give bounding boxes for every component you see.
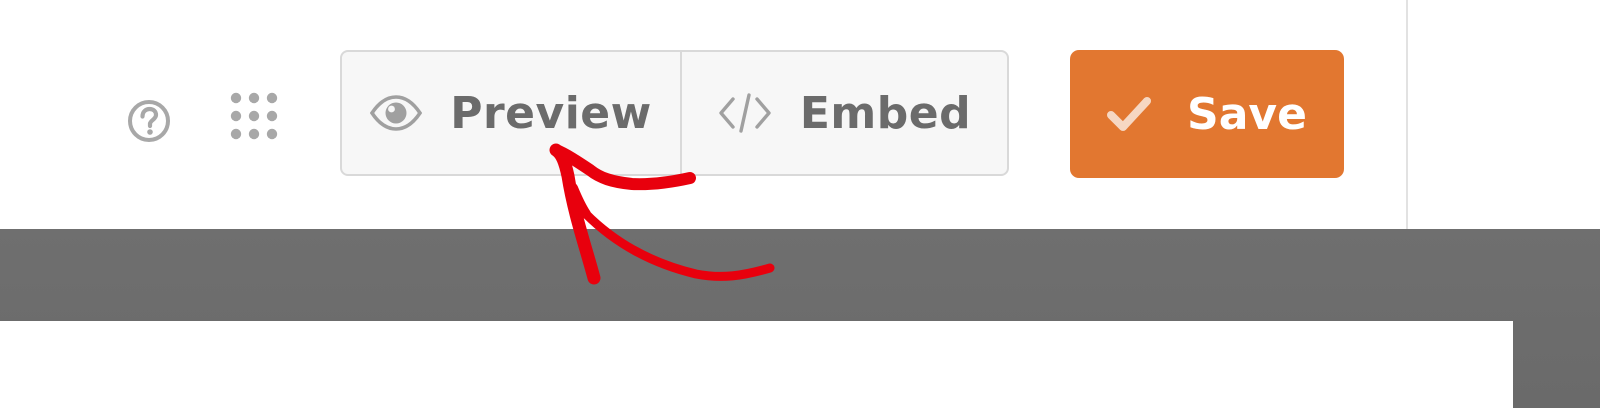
- form-builder-screen: Preview Embed Save: [0, 0, 1600, 408]
- question-circle-icon: [128, 100, 170, 142]
- form-canvas: [0, 321, 1513, 408]
- grid-dots-icon: [230, 92, 278, 140]
- close-zone: [1408, 0, 1600, 229]
- save-button[interactable]: Save: [1070, 50, 1344, 178]
- save-label: Save: [1187, 88, 1307, 140]
- top-toolbar: Preview Embed Save: [0, 0, 1408, 229]
- apps-grid-button[interactable]: [226, 90, 282, 146]
- eye-icon: [370, 95, 423, 131]
- help-button[interactable]: [124, 96, 174, 146]
- embed-button[interactable]: Embed: [682, 52, 1007, 174]
- preview-button[interactable]: Preview: [342, 52, 682, 174]
- preview-embed-group: Preview Embed: [340, 50, 1009, 176]
- code-icon: [719, 93, 771, 133]
- preview-label: Preview: [450, 87, 652, 139]
- checkmark-icon: [1107, 97, 1152, 131]
- embed-label: Embed: [799, 87, 972, 139]
